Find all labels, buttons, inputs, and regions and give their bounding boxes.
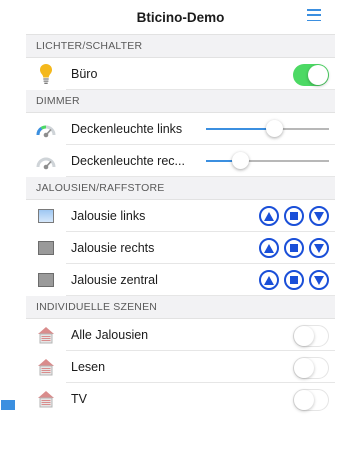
nav-bar: Bticino-Demo — [26, 0, 335, 35]
list-item-scene: Lesen — [26, 351, 335, 383]
section-header-lights: LICHTER/SCHALTER — [26, 35, 335, 58]
light-toggle[interactable] — [293, 64, 329, 86]
up-arrow-icon[interactable] — [259, 270, 279, 290]
dimmer-label: Deckenleuchte links — [71, 122, 183, 136]
decorative-blue-mark — [1, 400, 15, 410]
scene-label: TV — [71, 392, 87, 406]
blind-controls — [259, 238, 329, 258]
dimmer-label: Deckenleuchte rec... — [71, 154, 185, 168]
section-header-blinds: JALOUSIEN/RAFFSTORE — [26, 177, 335, 200]
scene-toggle[interactable] — [293, 325, 329, 347]
blind-label: Jalousie rechts — [71, 241, 155, 255]
list-item-blind: Jalousie links — [26, 200, 335, 232]
section-header-dimmer: DIMMER — [26, 90, 335, 113]
dimmer-gauge-icon — [34, 149, 58, 173]
list-item-dimmer: Deckenleuchte rec... — [26, 145, 335, 177]
scene-house-icon — [34, 355, 58, 379]
light-bulb-icon — [34, 62, 58, 86]
list-item-blind: Jalousie zentral — [26, 264, 335, 296]
list-item-scene: Alle Jalousien — [26, 319, 335, 351]
dimmer-slider[interactable] — [206, 152, 329, 169]
scene-toggle[interactable] — [293, 357, 329, 379]
list-item-light: Büro — [26, 58, 335, 90]
dimmer-gauge-icon — [34, 117, 58, 141]
scene-house-icon — [34, 323, 58, 347]
blind-controls — [259, 206, 329, 226]
blind-open-icon — [34, 204, 58, 228]
section-header-scenes: INDIVIDUELLE SZENEN — [26, 296, 335, 319]
light-label: Büro — [71, 67, 98, 81]
list-item-blind: Jalousie rechts — [26, 232, 335, 264]
down-arrow-icon[interactable] — [309, 238, 329, 258]
stop-icon[interactable] — [284, 238, 304, 258]
list-item-scene: TV — [26, 383, 335, 415]
list-item-dimmer: Deckenleuchte links — [26, 113, 335, 145]
blind-closed-icon — [34, 236, 58, 260]
blind-controls — [259, 270, 329, 290]
scene-label: Lesen — [71, 360, 106, 374]
up-arrow-icon[interactable] — [259, 238, 279, 258]
hamburger-menu-icon[interactable] — [307, 9, 321, 21]
page-title: Bticino-Demo — [136, 9, 225, 25]
dimmer-slider[interactable] — [206, 120, 329, 137]
blind-label: Jalousie links — [71, 209, 146, 223]
scene-house-icon — [34, 387, 58, 411]
down-arrow-icon[interactable] — [309, 206, 329, 226]
blind-label: Jalousie zentral — [71, 273, 158, 287]
scene-toggle[interactable] — [293, 389, 329, 411]
scene-label: Alle Jalousien — [71, 328, 149, 342]
stop-icon[interactable] — [284, 270, 304, 290]
down-arrow-icon[interactable] — [309, 270, 329, 290]
app-screen: Bticino-Demo LICHTER/SCHALTER Büro DIMME… — [26, 0, 335, 450]
stop-icon[interactable] — [284, 206, 304, 226]
up-arrow-icon[interactable] — [259, 206, 279, 226]
blind-closed-icon — [34, 268, 58, 292]
